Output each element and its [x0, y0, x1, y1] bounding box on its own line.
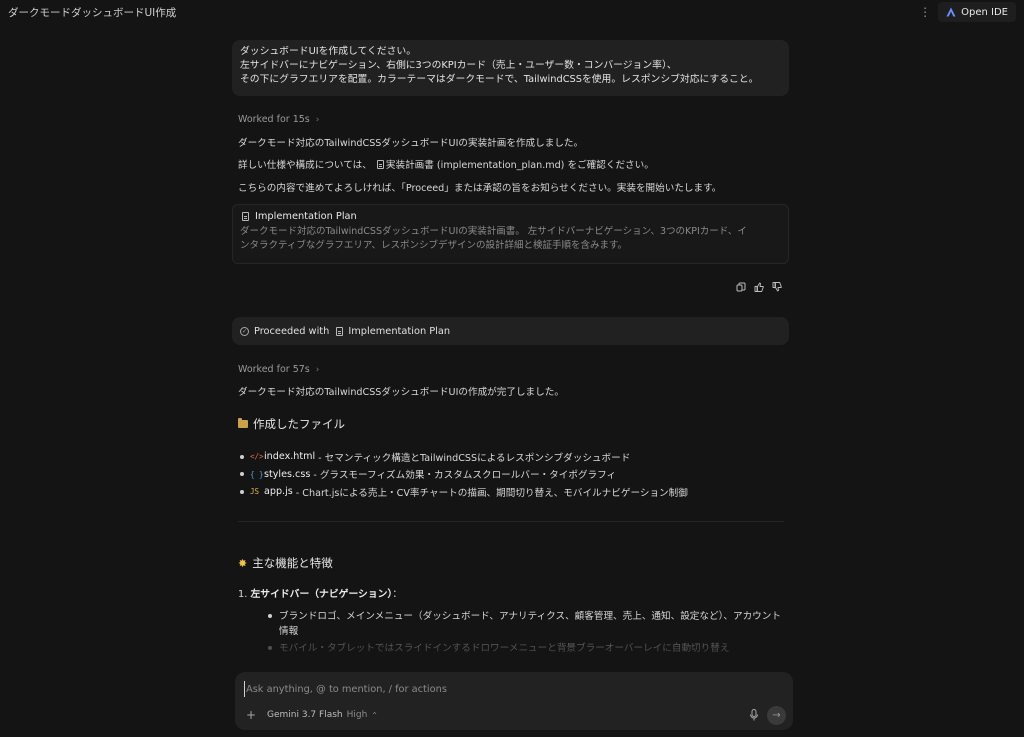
feature-colon: ：: [392, 589, 403, 600]
list-item: ブランドロゴ、メインメニュー（ダッシュボード、アナリティクス、顧客管理、売上、通…: [268, 609, 788, 639]
feature-title: 左サイドバー（ナビゲーション）: [250, 589, 393, 600]
implementation-plan-card[interactable]: Implementation Plan ダークモード対応のTailwindCSS…: [232, 204, 789, 264]
proceeded-label: Proceeded with: [254, 325, 330, 337]
file-name-link[interactable]: index.html: [264, 451, 315, 462]
more-options-icon[interactable]: ⋮: [918, 5, 932, 19]
chevron-right-icon: ›: [315, 364, 320, 375]
plan-card-description: ダークモード対応のTailwindCSSダッシュボードUIの実装計画書。 左サイ…: [240, 225, 781, 253]
section-divider: [238, 521, 784, 522]
features-heading-text: 主な機能と特徴: [252, 556, 333, 570]
worked-for-label: Worked for 57s: [238, 364, 310, 375]
worked-for-toggle[interactable]: Worked for 57s ›: [238, 364, 319, 375]
user-message-line: その下にグラフエリアを配置。カラーテーマはダークモードで、TailwindCSS…: [240, 74, 759, 85]
plan-card-description-line: ダークモード対応のTailwindCSSダッシュボードUIの実装計画書。 左サイ…: [240, 226, 747, 237]
window-title: ダークモードダッシュボードUI作成: [8, 6, 177, 19]
microphone-icon[interactable]: [749, 709, 759, 721]
plan-file-link[interactable]: 実装計画書 (implementation_plan.md): [375, 160, 565, 171]
response-text-suffix: をご確認ください。: [567, 160, 654, 171]
html-file-icon: </>: [250, 452, 264, 462]
document-icon: [242, 212, 249, 221]
top-bar: ダークモードダッシュボードUI作成 ⋮ Open IDE: [0, 0, 1024, 24]
chevron-right-icon: ›: [315, 114, 320, 125]
response-text: 詳しい仕様や構成については、 実装計画書 (implementation_pla…: [238, 159, 788, 172]
open-ide-label: Open IDE: [961, 6, 1008, 18]
check-circle-icon: ✓: [240, 326, 249, 336]
worked-for-toggle[interactable]: Worked for 15s ›: [238, 114, 319, 125]
plan-card-title: Implementation Plan: [240, 211, 781, 222]
arrow-right-icon: →: [772, 710, 781, 721]
add-attachment-icon[interactable]: +: [246, 708, 256, 722]
worked-for-label: Worked for 15s: [238, 114, 310, 125]
proceeded-banner: ✓ Proceeded with Implementation Plan: [232, 317, 789, 345]
file-description: - グラスモーフィズム効果・カスタムスクロールバー・タイポグラフィ: [313, 470, 617, 482]
model-name: Gemini 3.7 Flash: [267, 710, 343, 720]
response-text: ダークモード対応のTailwindCSSダッシュボードUIの実装計画を作成しまし…: [238, 138, 584, 149]
file-list: </> index.html - セマンティック構造とTailwindCSSによ…: [240, 448, 688, 501]
css-file-icon: { }: [250, 469, 264, 479]
chevron-up-icon: ⌃: [371, 710, 378, 720]
message-actions: [736, 282, 782, 292]
thumbs-up-icon[interactable]: [754, 282, 764, 292]
proceeded-plan-link[interactable]: Implementation Plan: [334, 326, 450, 337]
chat-composer: + Gemini 3.7 Flash High ⌃ →: [235, 672, 793, 730]
feature-item-1: 1. 左サイドバー（ナビゲーション）：: [238, 586, 402, 600]
feature-bullets: ブランドロゴ、メインメニュー（ダッシュボード、アナリティクス、顧客管理、売上、通…: [268, 609, 788, 656]
document-icon: [376, 160, 384, 169]
model-effort: High: [346, 710, 368, 720]
response-text: ダークモード対応のTailwindCSSダッシュボードUIの作成が完了しました。: [238, 387, 564, 398]
file-description: - セマンティック構造とTailwindCSSによるレスポンシブダッシュボード: [318, 452, 631, 464]
files-heading-text: 作成したファイル: [253, 417, 345, 431]
plan-file-link-label: 実装計画書 (implementation_plan.md): [385, 160, 565, 171]
plan-card-description-line: ンタラクティブなグラフエリア、レスポンシブデザインの設計詳細と検証手順を含みます…: [240, 240, 628, 251]
file-description: - Chart.jsによる売上・CV率チャートの描画、期間切り替え、モバイルナビ…: [295, 487, 688, 499]
user-message: ダッシュボードUIを作成してください。 左サイドバーにナビゲーション、右側に3つ…: [232, 40, 789, 96]
thumbs-down-icon[interactable]: [772, 282, 782, 292]
send-button[interactable]: →: [767, 706, 786, 725]
js-file-icon: JS: [250, 487, 260, 497]
response-text-prefix: 詳しい仕様や構成については、: [238, 160, 372, 171]
list-number: 1.: [238, 589, 248, 600]
response-text: こちらの内容で進めてよろしければ、「Proceed」または承認の旨をお知らせくだ…: [238, 183, 722, 194]
chat-input[interactable]: [244, 681, 774, 697]
user-message-line: ダッシュボードUIを作成してください。: [240, 46, 417, 57]
list-item: { } styles.css - グラスモーフィズム効果・カスタムスクロールバー…: [240, 466, 688, 484]
folder-icon: [238, 418, 248, 428]
list-item: </> index.html - セマンティック構造とTailwindCSSによ…: [240, 448, 688, 466]
copy-icon[interactable]: [736, 282, 746, 292]
conversation-scroll[interactable]: ダッシュボードUIを作成してください。 左サイドバーにナビゲーション、右側に3つ…: [0, 24, 1024, 664]
proceeded-plan-link-label: Implementation Plan: [348, 325, 451, 337]
list-item: モバイル・タブレットではスライドインするドロワーメニューと背景ブラーオーバーレイ…: [268, 641, 788, 656]
file-name-link[interactable]: app.js: [264, 486, 293, 497]
antigravity-logo-icon: [946, 7, 956, 17]
sparkle-icon: ✸: [238, 556, 248, 570]
features-heading: ✸ 主な機能と特徴: [238, 555, 333, 571]
document-icon: [336, 326, 344, 336]
user-message-line: 左サイドバーにナビゲーション、右側に3つのKPIカード（売上・ユーザー数・コンバ…: [240, 60, 677, 71]
model-selector[interactable]: Gemini 3.7 Flash High ⌃: [267, 710, 378, 720]
list-item: JS app.js - Chart.jsによる売上・CV率チャートの描画、期間切…: [240, 483, 688, 501]
open-ide-button[interactable]: Open IDE: [938, 2, 1016, 22]
files-heading: 作成したファイル: [238, 416, 345, 432]
plan-card-title-text: Implementation Plan: [255, 211, 357, 222]
file-name-link[interactable]: styles.css: [264, 469, 310, 480]
